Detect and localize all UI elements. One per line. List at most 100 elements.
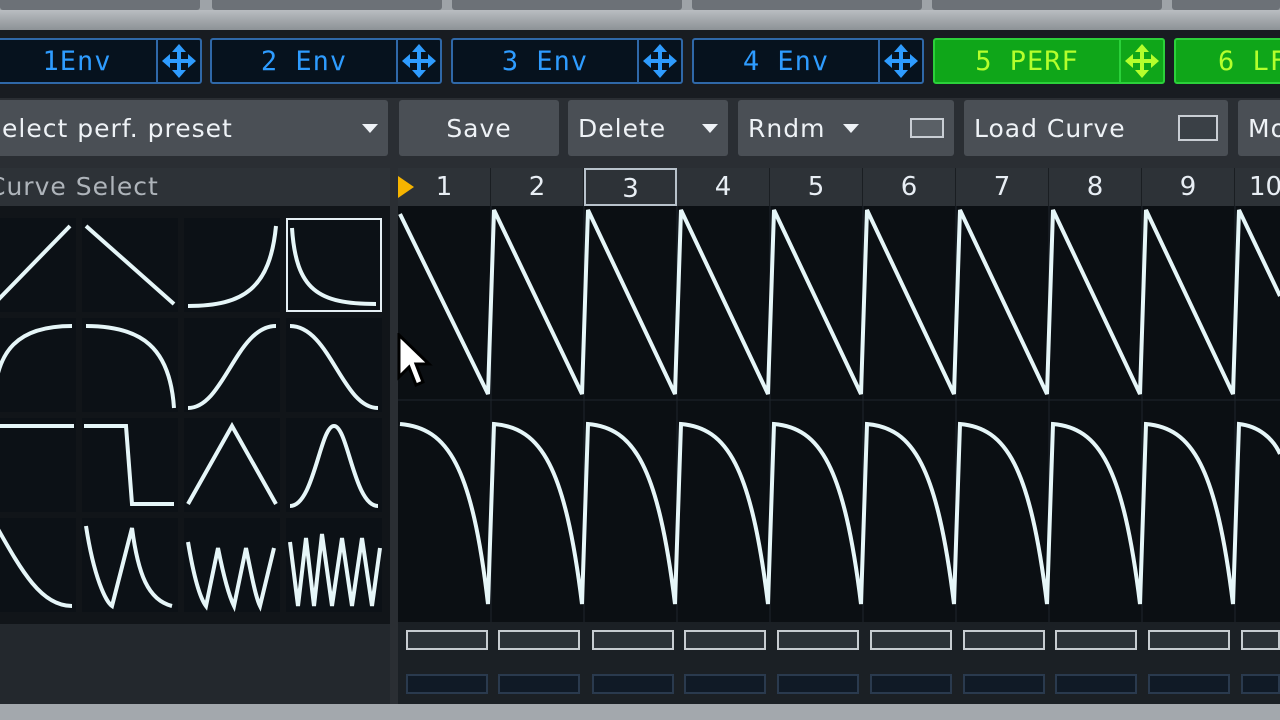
load-curve-indicator	[1178, 115, 1218, 141]
curve-log-down[interactable]	[82, 318, 178, 412]
curve-select-panel: Curve Select	[0, 168, 390, 704]
top-strip-shade	[0, 10, 1280, 30]
step-slot-bottom[interactable]	[777, 674, 859, 694]
step-number[interactable]: 5	[770, 168, 863, 206]
envelope-tab-row: 1Env 2 Env 3 Env 4 Env 5 PERF 6 LF	[0, 30, 1280, 98]
step-number[interactable]: 4	[677, 168, 770, 206]
env-tab-label: 4 Env	[742, 45, 830, 77]
step-number[interactable]: 1	[398, 168, 491, 206]
step-slot-top[interactable]	[406, 630, 488, 650]
step-number[interactable]: 10	[1235, 168, 1280, 206]
step-slot-top[interactable]	[963, 630, 1045, 650]
step-slot-top[interactable]	[1241, 630, 1280, 650]
step-header: 1 2 3 4 5 6 7 8 9 10	[398, 168, 1280, 206]
step-footer	[398, 622, 1280, 704]
curve-exp-down[interactable]	[286, 218, 382, 312]
curve-pulse[interactable]	[0, 418, 76, 512]
step-slot-bottom[interactable]	[406, 674, 488, 694]
env-tab-label: 2 Env	[260, 45, 348, 77]
move-arrows-icon[interactable]	[1119, 40, 1163, 82]
random-dropdown[interactable]: Rndm	[738, 100, 954, 156]
step-slot-bottom[interactable]	[684, 674, 766, 694]
step-slot-top[interactable]	[498, 630, 580, 650]
preset-select-label: elect perf. preset	[2, 113, 233, 143]
top-tab[interactable]	[452, 0, 682, 10]
move-arrows-icon[interactable]	[396, 40, 440, 82]
delete-dropdown[interactable]: Delete	[568, 100, 728, 156]
env-tab-4[interactable]: 4 Env	[692, 38, 924, 84]
curve-step-down[interactable]	[82, 418, 178, 512]
top-tab[interactable]	[692, 0, 922, 10]
step-curve-display[interactable]	[398, 206, 1280, 622]
top-tab[interactable]	[212, 0, 442, 10]
curve-ramp-up[interactable]	[0, 218, 76, 312]
top-tab[interactable]	[1172, 0, 1280, 10]
save-button[interactable]: Save	[399, 100, 559, 156]
step-slot-bottom[interactable]	[963, 674, 1045, 694]
step-editor: 1 2 3 4 5 6 7 8 9 10	[398, 168, 1280, 704]
curve-multi-saw-5[interactable]	[286, 518, 382, 612]
bottom-bar	[0, 704, 1280, 720]
random-indicator[interactable]	[910, 118, 944, 138]
move-arrows-icon[interactable]	[878, 40, 922, 82]
step-slot-bottom[interactable]	[592, 674, 674, 694]
curve-multi-decay-2[interactable]	[82, 518, 178, 612]
delete-label: Delete	[578, 113, 667, 143]
step-slot-bottom[interactable]	[870, 674, 952, 694]
env-tab-3[interactable]: 3 Env	[451, 38, 683, 84]
move-arrows-icon[interactable]	[637, 40, 681, 82]
chevron-down-icon	[843, 123, 860, 133]
curve-multi-saw-3[interactable]	[184, 518, 280, 613]
env-tab-label: 6 LF	[1218, 45, 1280, 77]
step-slot-bottom[interactable]	[1241, 674, 1280, 694]
preset-select-dropdown[interactable]: elect perf. preset	[0, 100, 388, 156]
upper-saw-curve	[398, 209, 1280, 395]
more-button[interactable]: Mo	[1238, 100, 1280, 156]
step-slot-top[interactable]	[1055, 630, 1137, 650]
step-number[interactable]: 9	[1142, 168, 1235, 206]
curve-s-up[interactable]	[184, 318, 280, 412]
curve-log-up[interactable]	[0, 318, 76, 412]
curve-log-down-short[interactable]	[0, 518, 76, 612]
curve-exp-up[interactable]	[184, 218, 280, 312]
step-number[interactable]: 2	[491, 168, 584, 206]
lower-decay-curve	[399, 421, 1280, 605]
env-tab-label: 5 PERF	[975, 45, 1079, 77]
env-tab-6[interactable]: 6 LF	[1174, 38, 1280, 84]
curve-s-down[interactable]	[286, 318, 382, 412]
step-slot-bottom[interactable]	[498, 674, 580, 694]
top-tab[interactable]	[0, 0, 200, 10]
random-label: Rndm	[748, 113, 826, 143]
step-number[interactable]: 8	[1049, 168, 1142, 206]
env-tab-2[interactable]: 2 Env	[210, 38, 442, 84]
curve-select-title: Curve Select	[0, 172, 159, 201]
load-curve-button[interactable]: Load Curve	[964, 100, 1228, 156]
more-label: Mo	[1248, 113, 1280, 143]
toolbar: elect perf. preset Save Delete Rndm Load…	[0, 98, 1280, 162]
step-number[interactable]: 6	[863, 168, 956, 206]
env-tab-5-perf[interactable]: 5 PERF	[933, 38, 1165, 84]
curve-ramp-down[interactable]	[82, 218, 178, 312]
curve-triangle[interactable]	[184, 418, 280, 512]
load-curve-label: Load Curve	[974, 113, 1126, 143]
step-number[interactable]: 7	[956, 168, 1049, 206]
curve-panel-footer	[0, 624, 390, 704]
top-tab[interactable]	[932, 0, 1162, 10]
curve-select-header: Curve Select	[0, 168, 390, 206]
step-slot-top[interactable]	[1148, 630, 1230, 650]
env-tab-label: 3 Env	[501, 45, 589, 77]
env-tab-1[interactable]: 1Env	[0, 38, 202, 84]
step-slot-top[interactable]	[870, 630, 952, 650]
step-slot-top[interactable]	[684, 630, 766, 650]
move-arrows-icon[interactable]	[156, 40, 200, 82]
step-slot-top[interactable]	[592, 630, 674, 650]
step-slot-top[interactable]	[777, 630, 859, 650]
env-tab-label: 1Env	[42, 45, 112, 77]
step-number-current[interactable]: 3	[584, 168, 677, 206]
save-button-label: Save	[446, 113, 512, 143]
step-slot-bottom[interactable]	[1148, 674, 1230, 694]
step-slot-bottom[interactable]	[1055, 674, 1137, 694]
chevron-down-icon	[702, 123, 718, 133]
mouse-pointer-icon	[397, 333, 433, 387]
curve-bell[interactable]	[286, 418, 382, 512]
